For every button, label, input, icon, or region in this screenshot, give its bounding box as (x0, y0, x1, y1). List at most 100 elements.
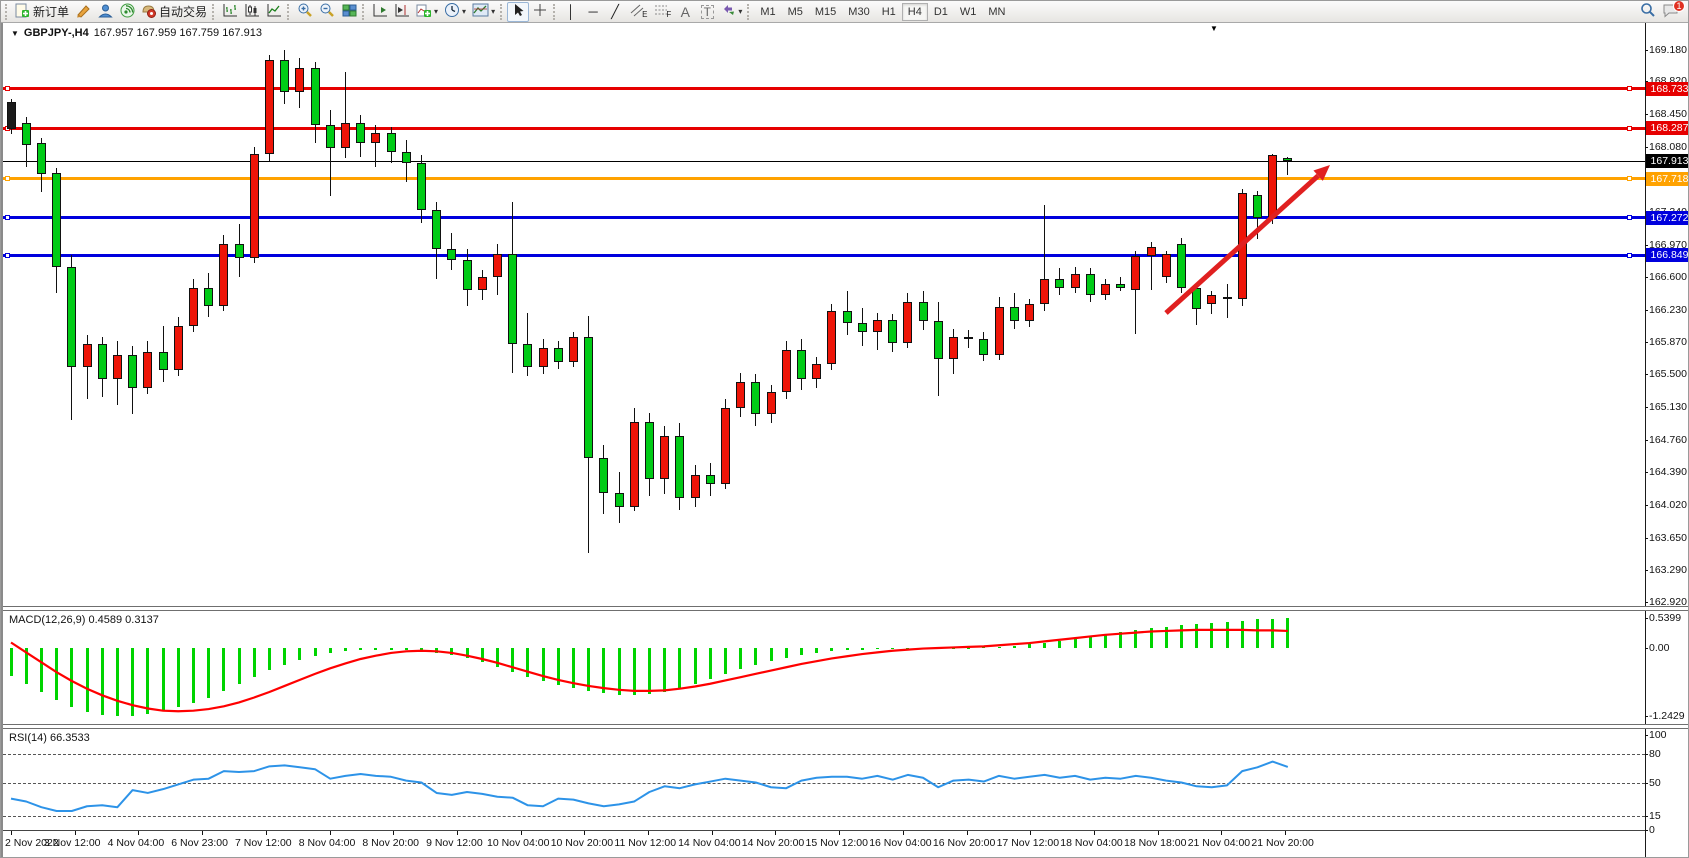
toolbar-grip[interactable] (287, 4, 292, 20)
notifications-button[interactable]: 1 (1659, 2, 1682, 22)
tab-timeframe-mn[interactable]: MN (982, 3, 1011, 21)
macd-histogram-bar (937, 648, 940, 649)
panel-separator[interactable] (3, 606, 1689, 611)
autotrading-button[interactable]: 自动交易 (138, 2, 210, 22)
candle (204, 288, 213, 306)
time-tick (393, 831, 394, 835)
line-anchor[interactable] (1627, 215, 1632, 220)
chevron-down-icon: ▾ (462, 7, 466, 16)
horizontal-line-tool-button[interactable]: ─ (582, 2, 604, 22)
candle (463, 260, 472, 290)
price-tick-label: 166.600 (1649, 271, 1687, 283)
candle (675, 436, 684, 498)
candle (1040, 279, 1049, 304)
candle (326, 125, 335, 148)
toolbar-grip[interactable] (747, 4, 752, 20)
periods-button[interactable]: ▾ (441, 2, 469, 22)
tile-windows-button[interactable] (338, 2, 360, 22)
tab-timeframe-m30[interactable]: M30 (842, 3, 875, 21)
macd-histogram-bar (116, 648, 119, 716)
toolbar-grip[interactable] (553, 4, 558, 20)
toolbar-grip[interactable] (362, 4, 367, 20)
horizontal-level-line[interactable] (3, 87, 1645, 90)
chart-shift-button[interactable] (391, 2, 413, 22)
toolbar-grip[interactable] (5, 4, 10, 20)
macd-histogram-bar (101, 648, 104, 715)
rsi-axis-label: 80 (1649, 748, 1661, 760)
indicators-button[interactable]: ▾ (413, 2, 441, 22)
time-tick (1285, 831, 1286, 835)
tab-timeframe-d1[interactable]: D1 (928, 3, 954, 21)
time-tick-label: 11 Nov 12:00 (614, 837, 676, 849)
tab-timeframe-h4[interactable]: H4 (902, 3, 928, 21)
fibonacci-tool-button[interactable]: F (650, 2, 674, 22)
crosshair-tool-button[interactable] (529, 2, 551, 22)
chart-title: ▼ GBPJPY-,H4 167.957 167.959 167.759 167… (11, 27, 262, 39)
auto-scroll-button[interactable] (369, 2, 391, 22)
chevron-down-icon: ▾ (434, 7, 438, 16)
candle (1071, 274, 1080, 288)
zoom-out-button[interactable] (316, 2, 338, 22)
trendline-tool-button[interactable]: ╱ (604, 2, 626, 22)
profile-button[interactable] (94, 2, 116, 22)
horizontal-level-line[interactable] (3, 127, 1645, 130)
candle (721, 408, 730, 484)
crayon-button[interactable] (72, 2, 94, 22)
symbol-dropdown-icon[interactable]: ▼ (11, 29, 19, 38)
timeframe-label: MN (988, 6, 1005, 18)
vertical-line-tool-button[interactable]: │ (560, 2, 582, 22)
macd-histogram-bar (283, 648, 286, 665)
macd-histogram-bar (648, 648, 651, 694)
text-tool-button[interactable]: A (674, 2, 696, 22)
tab-timeframe-m15[interactable]: M15 (809, 3, 842, 21)
macd-histogram-bar (754, 648, 757, 665)
chart-plot[interactable]: ▼ GBPJPY-,H4 167.957 167.959 167.759 167… (3, 23, 1645, 858)
crosshair-icon (533, 3, 547, 20)
tab-timeframe-h1[interactable]: H1 (876, 3, 902, 21)
text-label-tool-button[interactable]: T (696, 2, 718, 22)
time-axis[interactable]: 2 Nov 20223 Nov 12:004 Nov 04:006 Nov 23… (3, 831, 1689, 858)
candle (52, 173, 61, 267)
search-button[interactable] (1637, 2, 1659, 22)
bar-chart-button[interactable] (219, 2, 241, 22)
new-order-button[interactable]: 新订单 (12, 2, 72, 22)
line-anchor[interactable] (1627, 126, 1632, 131)
line-anchor[interactable] (1627, 176, 1632, 181)
price-axis[interactable]: 169.180168.820168.450168.080167.710167.3… (1645, 23, 1689, 858)
macd-histogram-bar (1150, 628, 1153, 648)
line-anchor[interactable] (1627, 86, 1632, 91)
macd-histogram-bar (238, 648, 241, 684)
bar-chart-icon (222, 3, 238, 20)
candle (67, 267, 76, 368)
candlestick-chart-button[interactable] (241, 2, 263, 22)
arrows-tool-button[interactable]: ▾ (718, 2, 745, 22)
tab-timeframe-w1[interactable]: W1 (954, 3, 983, 21)
zoom-in-button[interactable] (294, 2, 316, 22)
line-anchor[interactable] (5, 253, 10, 258)
signal-button[interactable] (116, 2, 138, 22)
candle (1131, 256, 1140, 290)
price-tick-label: 168.450 (1649, 108, 1687, 120)
equidistant-channel-tool-button[interactable]: E (626, 2, 650, 22)
tab-timeframe-m1[interactable]: M1 (754, 3, 781, 21)
macd-histogram-bar (329, 648, 332, 653)
macd-histogram-bar (800, 648, 803, 655)
tab-timeframe-m5[interactable]: M5 (782, 3, 809, 21)
candle (1192, 288, 1201, 309)
trend-arrow-annotation[interactable] (3, 23, 1645, 858)
toolbar-grip[interactable] (500, 4, 505, 20)
level-price-badge: 167.272 (1646, 211, 1689, 225)
line-anchor[interactable] (1627, 253, 1632, 258)
line-anchor[interactable] (5, 176, 10, 181)
cursor-tool-button[interactable] (507, 2, 529, 22)
macd-histogram-bar (374, 648, 377, 650)
candle-wick (330, 110, 331, 197)
arrows-icon (721, 3, 736, 20)
line-chart-button[interactable] (263, 2, 285, 22)
templates-button[interactable]: ▾ (469, 2, 498, 22)
line-anchor[interactable] (5, 86, 10, 91)
line-anchor[interactable] (5, 215, 10, 220)
macd-histogram-bar (1119, 632, 1122, 648)
panel-separator[interactable] (3, 724, 1689, 729)
toolbar-grip[interactable] (212, 4, 217, 20)
